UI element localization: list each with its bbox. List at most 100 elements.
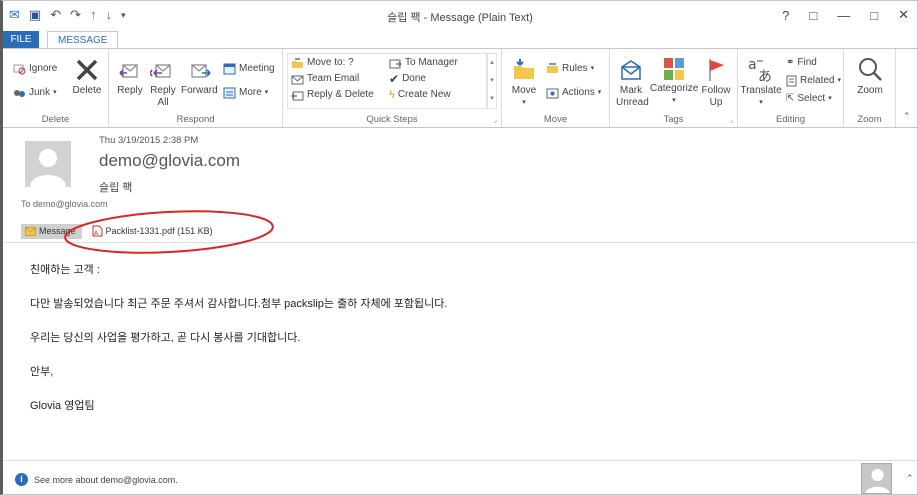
- forward-label: Forward: [181, 85, 218, 96]
- expand-people-pane-icon[interactable]: ⌃: [906, 473, 914, 484]
- categorize-button[interactable]: Categorize ▾: [650, 57, 698, 107]
- mark-unread-button[interactable]: Mark Unread: [614, 57, 649, 109]
- body-closing: 안부,: [30, 366, 54, 378]
- move-folder-icon: [514, 59, 534, 79]
- person-placeholder-icon: [30, 149, 66, 187]
- chevron-down-icon: ▾: [590, 65, 595, 72]
- quick-step-to-manager[interactable]: To Manager: [389, 57, 458, 69]
- maximize-button[interactable]: □: [870, 8, 878, 23]
- chevron-down-icon: ▾: [264, 89, 269, 96]
- related-button[interactable]: Related ▾: [786, 75, 841, 87]
- actions-icon: [546, 88, 559, 99]
- tab-message[interactable]: MESSAGE: [47, 31, 119, 49]
- pdf-attachment[interactable]: A Packlist-1331.pdf (151 KB): [92, 225, 213, 237]
- reply-all-button[interactable]: Reply All: [147, 57, 179, 109]
- pdf-icon: A: [92, 225, 103, 237]
- actions-button[interactable]: Actions ▾: [546, 87, 601, 99]
- binoculars-icon: ⚭: [786, 57, 795, 68]
- ribbon: Ignore Junk ▾ Delete Delete Reply Reply …: [3, 48, 917, 128]
- lightning-icon: ϟ: [389, 89, 395, 101]
- find-button[interactable]: ⚭ Find: [786, 57, 817, 69]
- delete-x-icon: [76, 59, 98, 81]
- body-signature: Glovia 영업팀: [30, 400, 95, 412]
- ignore-button[interactable]: Ignore: [13, 63, 57, 75]
- reply-all-label: Reply All: [150, 85, 176, 108]
- person-placeholder-icon: [865, 469, 890, 493]
- reply-delete-icon: [291, 91, 304, 100]
- to-manager-icon: [389, 59, 402, 68]
- window-controls: ? □ — □ ✕: [782, 7, 909, 23]
- zoom-button[interactable]: Zoom: [850, 55, 890, 97]
- more-respond-button[interactable]: More ▾: [223, 87, 268, 99]
- reply-all-icon: [150, 64, 171, 78]
- close-button[interactable]: ✕: [898, 7, 909, 23]
- cursor-icon: ⇱: [786, 93, 795, 104]
- group-quick-steps: Move to: ? Team Email Reply & Delete To …: [283, 49, 502, 127]
- recipient-line[interactable]: To demo@glovia.com: [21, 199, 108, 209]
- related-label: Related: [800, 75, 835, 86]
- dialog-launcher-icon[interactable]: ⌟: [730, 116, 733, 124]
- message-subject: 슬립 팩: [99, 182, 133, 194]
- junk-button[interactable]: Junk ▾: [13, 87, 57, 99]
- translate-icon: aあ: [748, 57, 772, 83]
- more-respond-icon: [223, 87, 236, 99]
- translate-label: Translate: [740, 85, 782, 96]
- quick-step-reply-delete-label: Reply & Delete: [307, 89, 374, 100]
- chevron-down-icon: ▾: [53, 89, 57, 96]
- quick-step-reply-delete[interactable]: Reply & Delete: [291, 89, 374, 101]
- group-label-quick-steps: Quick Steps: [366, 114, 418, 125]
- zoom-label: Zoom: [857, 85, 883, 96]
- follow-up-button[interactable]: Follow Up: [700, 57, 732, 109]
- body-greeting: 친애하는 고객 :: [30, 264, 100, 276]
- ignore-label: Ignore: [29, 63, 58, 74]
- quick-step-team-email[interactable]: Team Email: [291, 73, 359, 85]
- people-pane-avatar[interactable]: [861, 463, 892, 494]
- quick-step-done[interactable]: ✔ Done: [389, 73, 426, 85]
- rules-button[interactable]: Rules ▾: [546, 63, 594, 75]
- minimize-button[interactable]: —: [837, 8, 850, 23]
- ribbon-display-options-button[interactable]: □: [809, 8, 817, 23]
- people-pane: i See more about demo@glovia.com. ⌃: [3, 460, 917, 494]
- group-label-respond: Respond: [176, 114, 215, 125]
- group-tags: Mark Unread Categorize ▾ Follow Up Tags …: [610, 49, 738, 127]
- svg-text:a: a: [748, 57, 757, 73]
- quick-steps-scrollbar[interactable]: ▴ ▾ ▾: [487, 53, 497, 109]
- select-button[interactable]: ⇱ Select ▾: [786, 93, 832, 105]
- move-button[interactable]: Move ▾: [508, 57, 540, 109]
- people-pane-info[interactable]: i See more about demo@glovia.com.: [15, 473, 178, 486]
- junk-label: Junk: [29, 87, 51, 98]
- select-label: Select: [797, 93, 826, 104]
- outlook-message-window: ✉ ▣ ↶ ↷ ↑ ↓ ▾ 슬립 팩 - Message (Plain Text…: [0, 0, 918, 495]
- message-body: 친애하는 고객 : 다만 발송되었습니다 최근 주문 주셔서 감사합니다.첨부 …: [30, 263, 447, 433]
- help-button[interactable]: ?: [782, 8, 789, 23]
- chevron-down-icon: ▾: [672, 97, 676, 104]
- ignore-icon: [13, 64, 26, 75]
- quick-step-move-to[interactable]: Move to: ?: [291, 57, 354, 69]
- quick-step-create-new[interactable]: ϟ Create New: [389, 89, 451, 101]
- forward-button[interactable]: Forward: [181, 57, 218, 97]
- delete-button[interactable]: Delete: [69, 57, 105, 97]
- group-label-editing: Editing: [775, 114, 806, 125]
- dialog-launcher-icon[interactable]: ⌟: [494, 116, 497, 124]
- sender-address[interactable]: demo@glovia.com: [99, 151, 240, 171]
- chevron-down-icon: ▾: [837, 77, 841, 84]
- meeting-button[interactable]: Meeting: [223, 63, 275, 75]
- checkmark-icon: ✔: [389, 72, 400, 86]
- flag-icon: [709, 59, 724, 81]
- move-label: Move: [511, 85, 537, 96]
- chevron-down-icon: ▾: [597, 89, 602, 96]
- message-tab-button[interactable]: Message: [21, 223, 82, 239]
- ribbon-tabs: FILE MESSAGE: [3, 31, 917, 49]
- people-pane-info-text: See more about demo@glovia.com.: [34, 474, 178, 485]
- translate-button[interactable]: aあ Translate ▾: [740, 55, 782, 109]
- categorize-label: Categorize: [650, 83, 699, 94]
- tab-file[interactable]: FILE: [3, 31, 39, 49]
- sender-avatar[interactable]: [25, 141, 71, 187]
- sent-date: Thu 3/19/2015 2:38 PM: [99, 135, 199, 146]
- header-divider: [3, 242, 917, 243]
- rules-label: Rules: [562, 63, 588, 74]
- group-zoom: Zoom Zoom: [844, 49, 896, 127]
- reply-icon: [119, 64, 138, 78]
- reply-button[interactable]: Reply: [115, 57, 145, 97]
- collapse-ribbon-icon[interactable]: ⌃: [903, 111, 911, 122]
